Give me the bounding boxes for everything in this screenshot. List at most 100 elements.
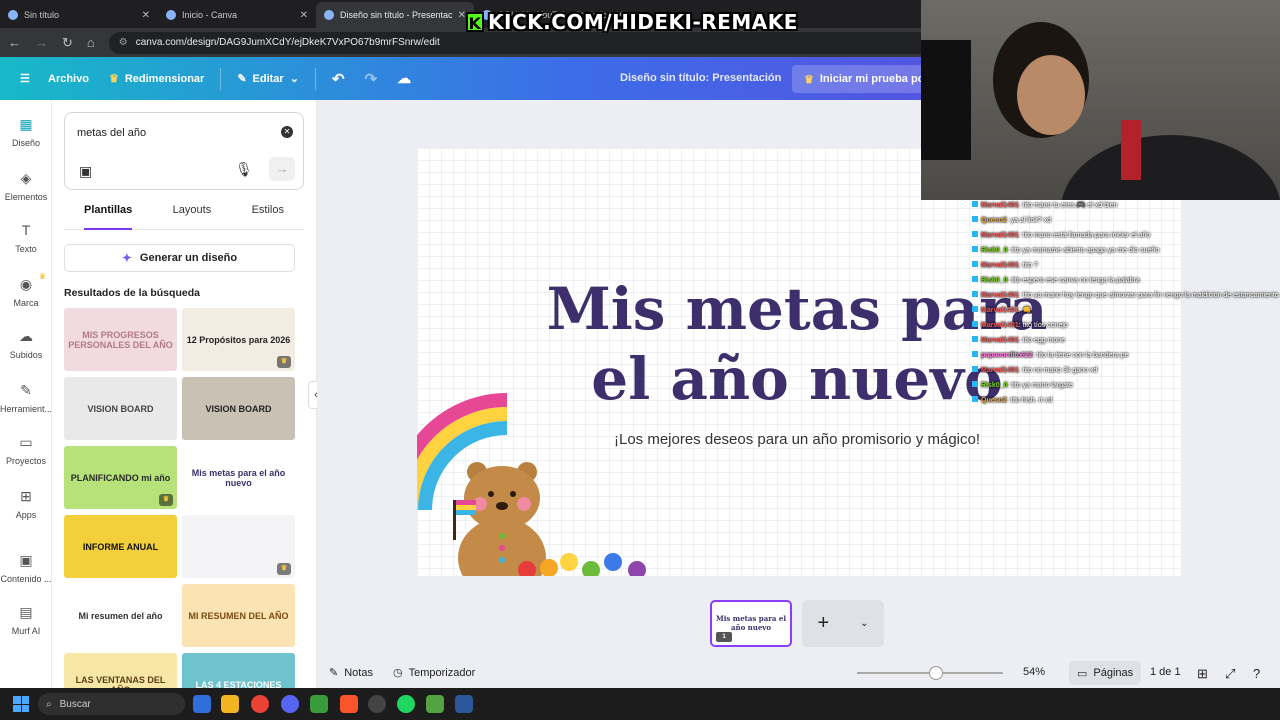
windows-start-icon[interactable] [13, 696, 29, 712]
spotify-app-icon[interactable] [397, 695, 415, 713]
archivo-label: Archivo [48, 72, 89, 85]
taskbar-search[interactable]: ⌕ Buscar [38, 693, 185, 715]
plus-icon: + [817, 612, 830, 634]
redo-button[interactable]: ↷ [355, 70, 388, 88]
rail-item[interactable]: ☁ Subidos [0, 328, 52, 360]
chat-message: Queso2: tito hish. rt xd [972, 393, 1280, 408]
browser-tab[interactable]: Diseño sin título - Presentación ✕ [316, 2, 474, 28]
chevron-down-icon[interactable]: ⌄ [860, 618, 868, 629]
chat-badge-icon [972, 321, 978, 327]
editar-button[interactable]: ✎ Editar ⌄ [227, 72, 309, 86]
microphone-icon[interactable]: 🎙 [235, 161, 253, 178]
tab-plantillas[interactable]: Plantillas [84, 204, 133, 230]
reload-icon[interactable]: ↻ [62, 35, 73, 51]
redimensionar-button[interactable]: ♛ Redimensionar [99, 72, 214, 86]
zoom-slider-handle[interactable] [928, 666, 943, 680]
generate-design-button[interactable]: ✦ Generar un diseño [64, 244, 295, 272]
pages-button[interactable]: ▭ Páginas [1069, 661, 1142, 685]
tools-icon: ✎ [20, 382, 32, 398]
template-thumbnail[interactable]: ♛ [182, 515, 295, 578]
browser-tab[interactable]: Inicio - Canva ✕ [158, 2, 316, 28]
cloud-sync-icon[interactable]: ☁ [387, 70, 421, 87]
template-thumbnail[interactable]: Mi resumen del año [64, 584, 177, 647]
rail-item[interactable]: ▦ Diseño [0, 116, 52, 148]
chat-badge-icon [972, 351, 978, 357]
address-bar[interactable]: ⚙ canva.com/design/DAG9JumXCdY/ejDkeK7Vx… [108, 31, 929, 54]
chrome-app-icon[interactable] [251, 695, 269, 713]
undo-button[interactable]: ↶ [322, 70, 355, 88]
minecraft-app-icon[interactable] [310, 695, 328, 713]
rail-item[interactable]: ✎ Herramient... [0, 382, 52, 414]
template-thumbnail[interactable]: VISION BOARD [182, 377, 295, 440]
fullscreen-icon[interactable]: ⤢ [1225, 666, 1235, 682]
clear-search-icon[interactable]: ✕ [281, 126, 293, 138]
crown-icon: ♛ [38, 272, 46, 281]
minecraft-launcher-icon[interactable] [426, 695, 444, 713]
template-thumbnail-text: Mis metas para el año nuevo [191, 467, 286, 488]
menu-icon[interactable]: ☰ [0, 72, 30, 85]
kick-logo-icon: K [466, 12, 484, 33]
zoom-level[interactable]: 54% [1023, 666, 1045, 678]
home-icon[interactable]: ⌂ [87, 35, 95, 50]
search-submit-button[interactable]: → [269, 157, 295, 181]
tab-label: Diseño sin título - Presentación [340, 10, 452, 20]
rail-item[interactable]: ▤ Murf AI [0, 604, 52, 636]
rail-item[interactable]: ▭ Proyectos [0, 434, 52, 466]
word-app-icon[interactable] [455, 695, 473, 713]
close-tab-icon[interactable]: ✕ [142, 10, 150, 21]
notes-icon: ✎ [329, 667, 339, 679]
rail-item-label: Elementos [4, 192, 48, 202]
file-explorer-icon[interactable] [221, 695, 239, 713]
document-title[interactable]: Diseño sin título: Presentación [620, 72, 781, 84]
chat-message: Queso2: ya al link? xd [972, 213, 1280, 228]
upload-icon: ☁ [19, 328, 33, 344]
tab-estilos[interactable]: Estilos [252, 204, 284, 229]
rail-item[interactable]: ◉ Marca ♛ [0, 272, 52, 308]
browser-tab[interactable]: Sin título ✕ [0, 2, 158, 28]
image-search-icon[interactable]: ▣ [79, 163, 92, 180]
archivo-menu[interactable]: Archivo [38, 73, 99, 85]
start-trial-button[interactable]: ♛ Iniciar mi prueba por [792, 65, 941, 93]
obs-app-icon[interactable] [368, 695, 386, 713]
tab-layouts[interactable]: Layouts [173, 204, 212, 229]
site-info-icon[interactable]: ⚙ [119, 37, 128, 48]
discord-app-icon[interactable] [281, 695, 299, 713]
page-thumbnail[interactable]: Mis metas para el año nuevo 1 [710, 600, 792, 647]
help-icon[interactable]: ? [1253, 666, 1260, 681]
notes-button[interactable]: ✎ Notas [329, 666, 373, 680]
template-thumbnail[interactable]: PLANIFICANDO mi año ♛ [64, 446, 177, 509]
chat-badge-icon [972, 366, 978, 372]
pages-label: Páginas [1093, 667, 1134, 679]
crown-icon: ♛ [804, 73, 814, 86]
rail-item[interactable]: ▣ Contenido ... [0, 552, 52, 584]
rail-item[interactable]: T Texto [0, 222, 52, 254]
webcam-overlay [921, 0, 1280, 200]
grid-view-icon[interactable]: ⊞ [1197, 666, 1208, 682]
chat-badge-icon [972, 291, 978, 297]
close-tab-icon[interactable]: ✕ [458, 10, 466, 21]
rail-item[interactable]: ⊞ Apps [0, 488, 52, 520]
template-thumbnail[interactable]: MI RESUMEN DEL AÑO [182, 584, 295, 647]
add-page-button[interactable]: + ⌄ [802, 600, 884, 647]
chevron-down-icon: ⌄ [289, 73, 299, 85]
panel-tabs: Plantillas Layouts Estilos [64, 204, 304, 230]
back-icon[interactable]: ← [8, 35, 21, 50]
chat-username: Risk0_0 [981, 277, 1008, 284]
brave-app-icon[interactable] [340, 695, 358, 713]
forward-icon[interactable]: → [35, 35, 48, 50]
slide-subtitle[interactable]: ¡Los mejores deseos para un año promisor… [537, 431, 1057, 448]
rail-item[interactable]: ◈ Elementos [0, 170, 52, 202]
template-thumbnail[interactable]: 12 Propósitos para 2026 ♛ [182, 308, 295, 371]
edge-app-icon[interactable] [193, 695, 211, 713]
search-input[interactable]: metas del año [77, 127, 146, 139]
close-tab-icon[interactable]: ✕ [300, 10, 308, 21]
template-thumbnail[interactable]: MIS PROGRESOS PERSONALES DEL AÑO [64, 308, 177, 371]
template-thumbnail-text: PLANIFICANDO mi año [70, 472, 171, 483]
template-thumbnail[interactable]: VISION BOARD [64, 377, 177, 440]
chat-message: Marval1401: tito ? [972, 258, 1280, 273]
tab-label: Sin título [24, 10, 60, 20]
timer-button[interactable]: ◷ Temporizador [393, 666, 475, 680]
template-thumbnail[interactable]: Mis metas para el año nuevo [182, 446, 295, 509]
template-thumbnail[interactable]: INFORME ANUAL [64, 515, 177, 578]
streamer-figure [921, 22, 1280, 200]
